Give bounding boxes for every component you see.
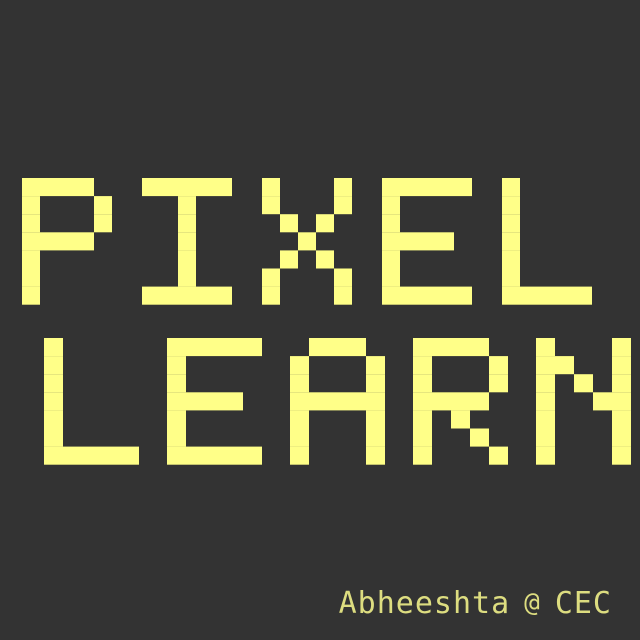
author-name: Abheeshta [338,585,511,621]
title-line-2-text: LEARN [0,0,1,1]
organization-name: CEC [554,585,612,621]
title-line-2 [44,338,631,465]
title-line-1 [22,178,592,305]
title-letter-l [44,338,139,465]
at-symbol: @ [524,588,541,618]
title-letter-a [290,338,385,465]
title-letter-e [382,178,472,305]
title-line-1-text: PIXEL [0,0,1,1]
title-letter-e [167,338,262,465]
title-letter-n [536,338,631,465]
title-letter-l [502,178,592,305]
title-letter-x [262,178,352,305]
title-letter-p [22,178,112,305]
credit-line: Abheeshta @ CEC [339,583,612,623]
title-screen: PIXEL LEARN Abheeshta @ CEC [0,0,640,640]
title-letter-i [142,178,232,305]
title-letter-r [413,338,508,465]
